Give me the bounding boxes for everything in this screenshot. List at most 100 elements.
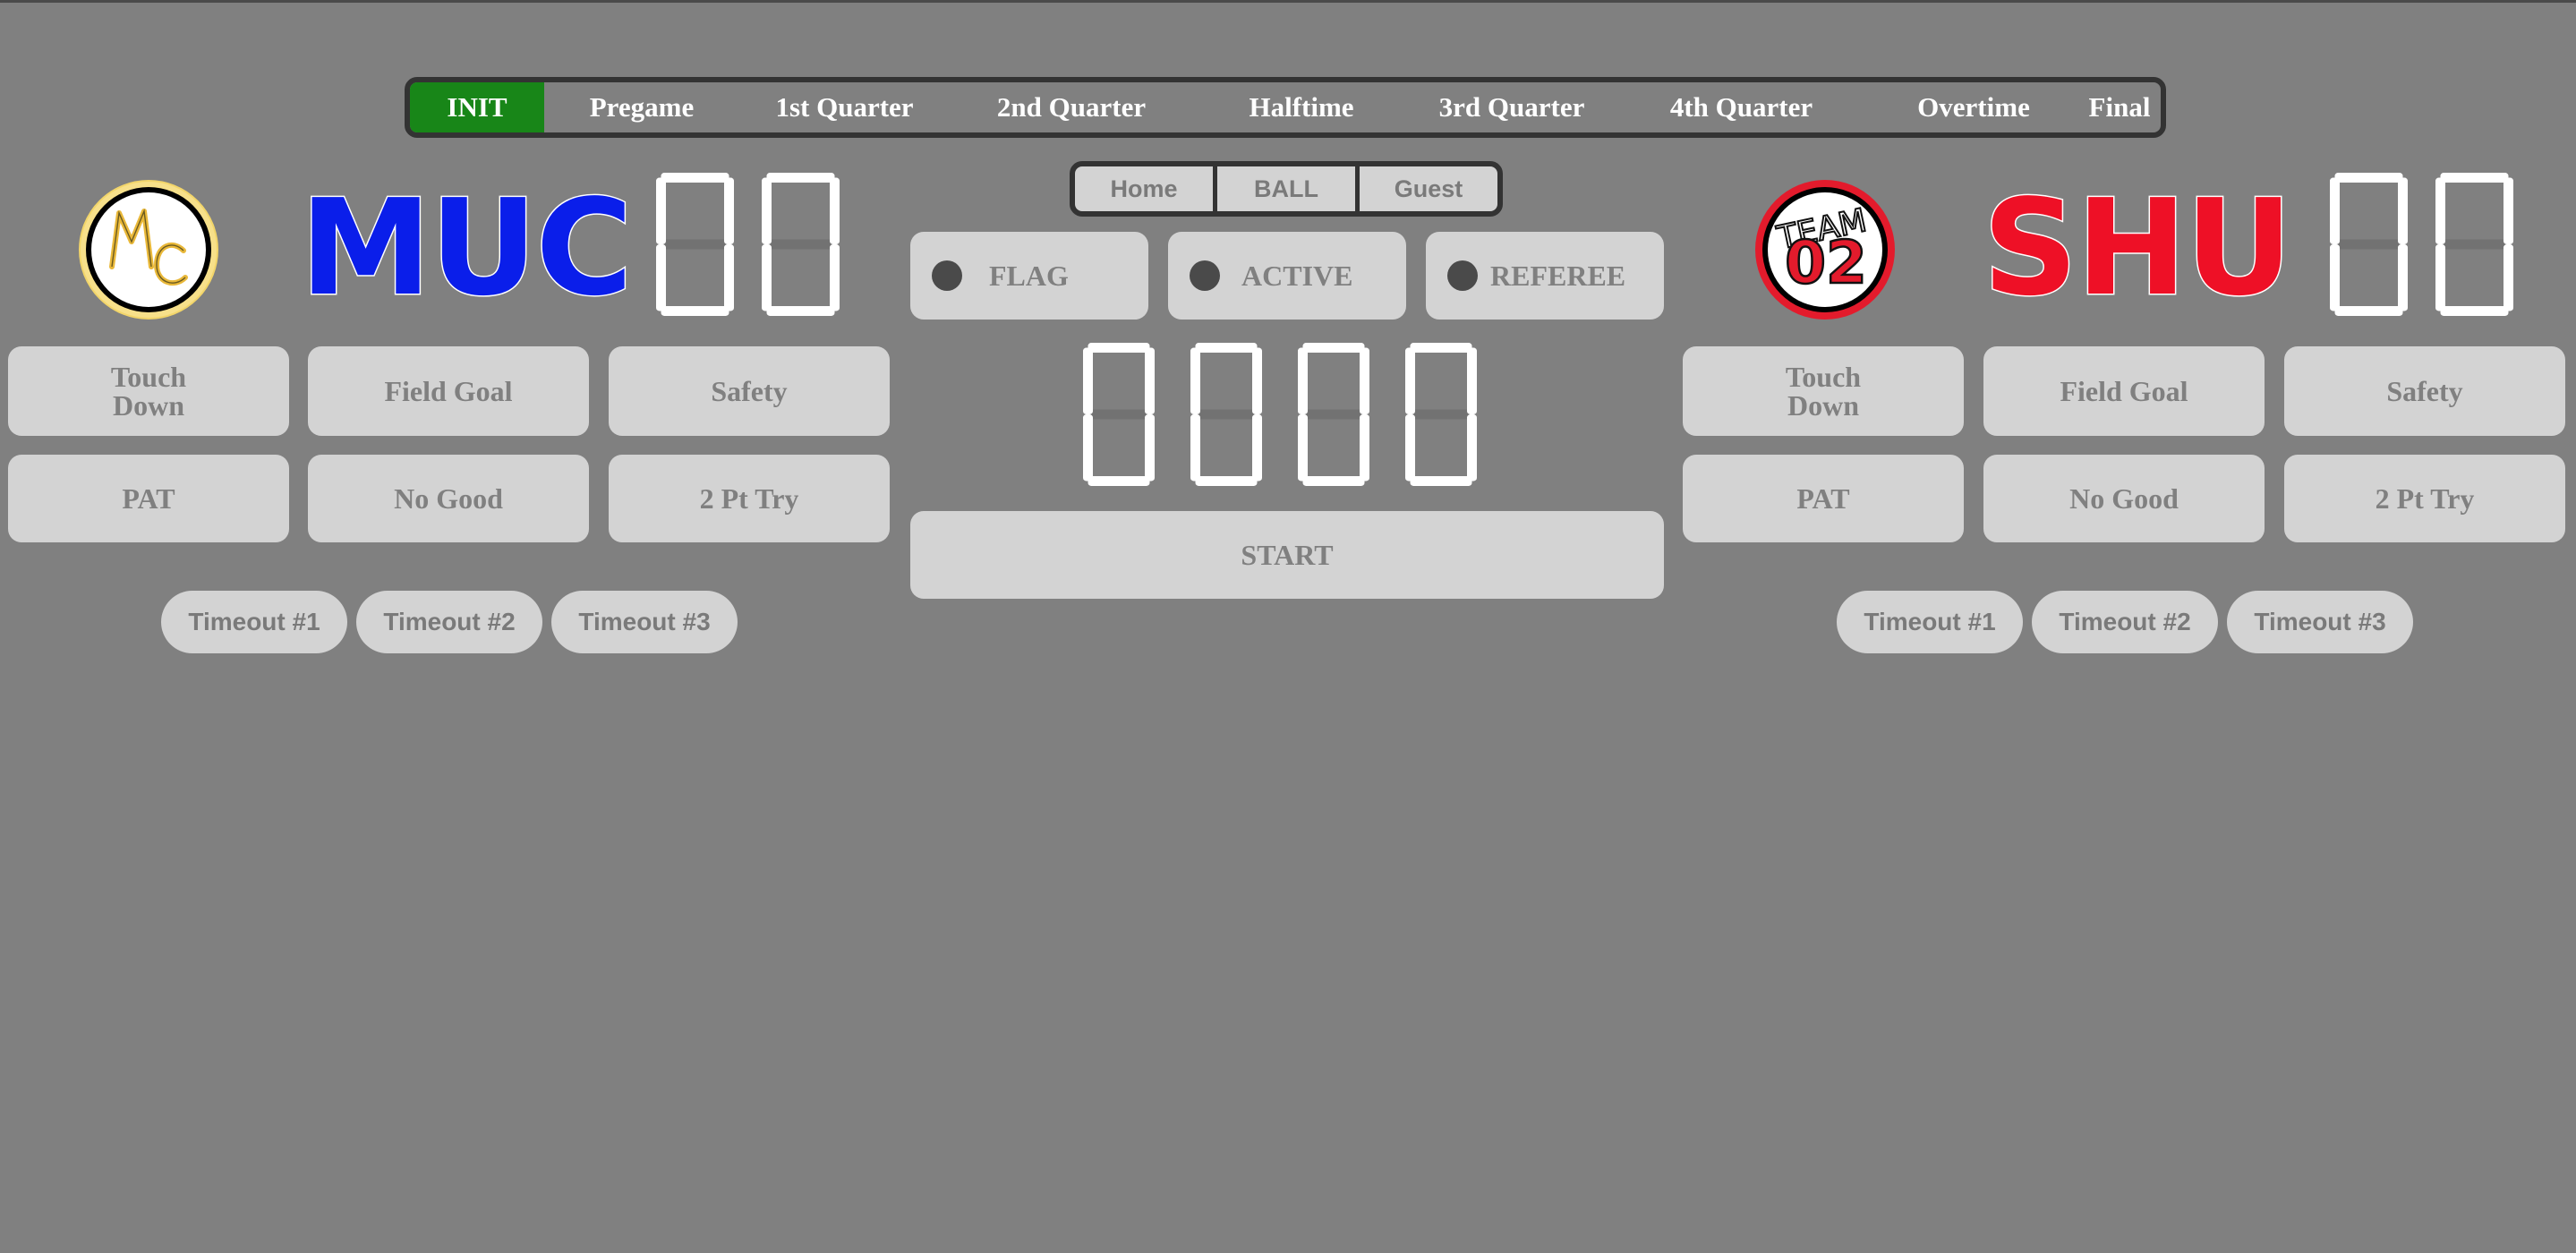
segment-e: [1405, 414, 1415, 482]
segment-b: [724, 177, 734, 244]
possession-guest-button[interactable]: Guest: [1360, 166, 1497, 211]
phase-2nd-quarter[interactable]: 2nd Quarter: [950, 82, 1193, 132]
home-two-pt-try-button[interactable]: 2 Pt Try: [609, 455, 890, 542]
segment-e: [1298, 414, 1308, 482]
guest-touchdown-button[interactable]: Touch Down: [1683, 346, 1964, 436]
segment-c: [2503, 244, 2513, 311]
guest-safety-button[interactable]: Safety: [2284, 346, 2565, 436]
segment-a: [766, 173, 835, 183]
phase-overtime[interactable]: Overtime: [1869, 82, 2078, 132]
segment-b: [2398, 177, 2408, 244]
home-safety-button[interactable]: Safety: [609, 346, 890, 436]
segment-f: [1298, 347, 1308, 414]
clock-digit-1: [1083, 343, 1155, 486]
home-score-digit-2: [762, 173, 840, 316]
active-led-icon: [1190, 260, 1220, 291]
guest-team-name: SHU: [1982, 171, 2295, 325]
start-clock-button[interactable]: START: [910, 511, 1664, 599]
segment-g: [1302, 409, 1365, 420]
segment-f: [1083, 347, 1093, 414]
possession-home-button[interactable]: Home: [1075, 166, 1213, 211]
segment-b: [2503, 177, 2513, 244]
segment-c: [1467, 414, 1477, 482]
segment-e: [1083, 414, 1093, 482]
segment-d: [1195, 476, 1258, 486]
home-timeout-2-button[interactable]: Timeout #2: [356, 591, 542, 653]
possession-ball-button[interactable]: BALL: [1217, 166, 1355, 211]
segment-d: [1302, 476, 1365, 486]
guest-timeout-3-button[interactable]: Timeout #3: [2227, 591, 2413, 653]
segment-c: [830, 244, 840, 311]
segment-c: [724, 244, 734, 311]
home-pat-button[interactable]: PAT: [8, 455, 289, 542]
segment-e: [2330, 244, 2340, 311]
segment-c: [1360, 414, 1369, 482]
active-label: ACTIVE: [1241, 260, 1353, 292]
home-timeout-3-button[interactable]: Timeout #3: [551, 591, 738, 653]
referee-label: REFEREE: [1490, 260, 1626, 292]
segment-b: [1360, 347, 1369, 414]
phase-selector: INIT Pregame 1st Quarter 2nd Quarter Halftim…: [405, 77, 2166, 138]
home-team-logo: [79, 180, 218, 320]
active-indicator-button[interactable]: ACTIVE: [1168, 232, 1406, 320]
phase-pregame[interactable]: Pregame: [544, 82, 739, 132]
guest-score-display: [2330, 173, 2513, 316]
clock-digit-3: [1298, 343, 1369, 486]
segment-a: [1195, 343, 1258, 353]
segment-g: [1410, 409, 1472, 420]
referee-led-icon: [1447, 260, 1478, 291]
phase-init[interactable]: INIT: [410, 82, 544, 132]
guest-field-goal-button[interactable]: Field Goal: [1983, 346, 2265, 436]
segment-f: [1190, 347, 1200, 414]
segment-a: [2440, 173, 2509, 183]
guest-timeout-1-button[interactable]: Timeout #1: [1837, 591, 2023, 653]
segment-e: [762, 244, 772, 311]
game-clock-display: [1083, 343, 1486, 490]
segment-c: [1145, 414, 1155, 482]
guest-timeout-2-button[interactable]: Timeout #2: [2032, 591, 2218, 653]
guest-two-pt-try-button[interactable]: 2 Pt Try: [2284, 455, 2565, 542]
segment-d: [2440, 306, 2509, 316]
phase-3rd-quarter[interactable]: 3rd Quarter: [1410, 82, 1614, 132]
segment-g: [1195, 409, 1258, 420]
segment-d: [766, 306, 835, 316]
home-team-name: MUC: [299, 171, 635, 325]
segment-f: [2435, 177, 2445, 244]
segment-a: [2334, 173, 2403, 183]
segment-b: [1467, 347, 1477, 414]
phase-1st-quarter[interactable]: 1st Quarter: [739, 82, 950, 132]
home-field-goal-button[interactable]: Field Goal: [308, 346, 589, 436]
segment-c: [1252, 414, 1262, 482]
guest-no-good-button[interactable]: No Good: [1983, 455, 2265, 542]
segment-a: [1302, 343, 1365, 353]
guest-score-digit-2: [2435, 173, 2513, 316]
flag-indicator-button[interactable]: FLAG: [910, 232, 1148, 320]
segment-d: [1088, 476, 1150, 486]
segment-c: [2398, 244, 2408, 311]
segment-d: [1410, 476, 1472, 486]
segment-f: [1405, 347, 1415, 414]
phase-4th-quarter[interactable]: 4th Quarter: [1614, 82, 1869, 132]
segment-f: [2330, 177, 2340, 244]
segment-b: [1252, 347, 1262, 414]
phase-final[interactable]: Final: [2078, 82, 2161, 132]
segment-g: [661, 239, 729, 250]
phase-halftime[interactable]: Halftime: [1193, 82, 1410, 132]
flag-label: FLAG: [989, 260, 1069, 292]
clock-digit-2: [1190, 343, 1262, 486]
home-touchdown-button[interactable]: Touch Down: [8, 346, 289, 436]
segment-e: [1190, 414, 1200, 482]
segment-a: [661, 173, 729, 183]
segment-g: [2334, 239, 2403, 250]
home-timeout-1-button[interactable]: Timeout #1: [161, 591, 347, 653]
referee-indicator-button[interactable]: REFEREE: [1426, 232, 1664, 320]
guest-score-digit-1: [2330, 173, 2408, 316]
home-score-digit-1: [656, 173, 734, 316]
segment-a: [1088, 343, 1150, 353]
segment-b: [1145, 347, 1155, 414]
segment-f: [762, 177, 772, 244]
segment-f: [656, 177, 666, 244]
clock-digit-4: [1405, 343, 1477, 486]
home-no-good-button[interactable]: No Good: [308, 455, 589, 542]
guest-pat-button[interactable]: PAT: [1683, 455, 1964, 542]
